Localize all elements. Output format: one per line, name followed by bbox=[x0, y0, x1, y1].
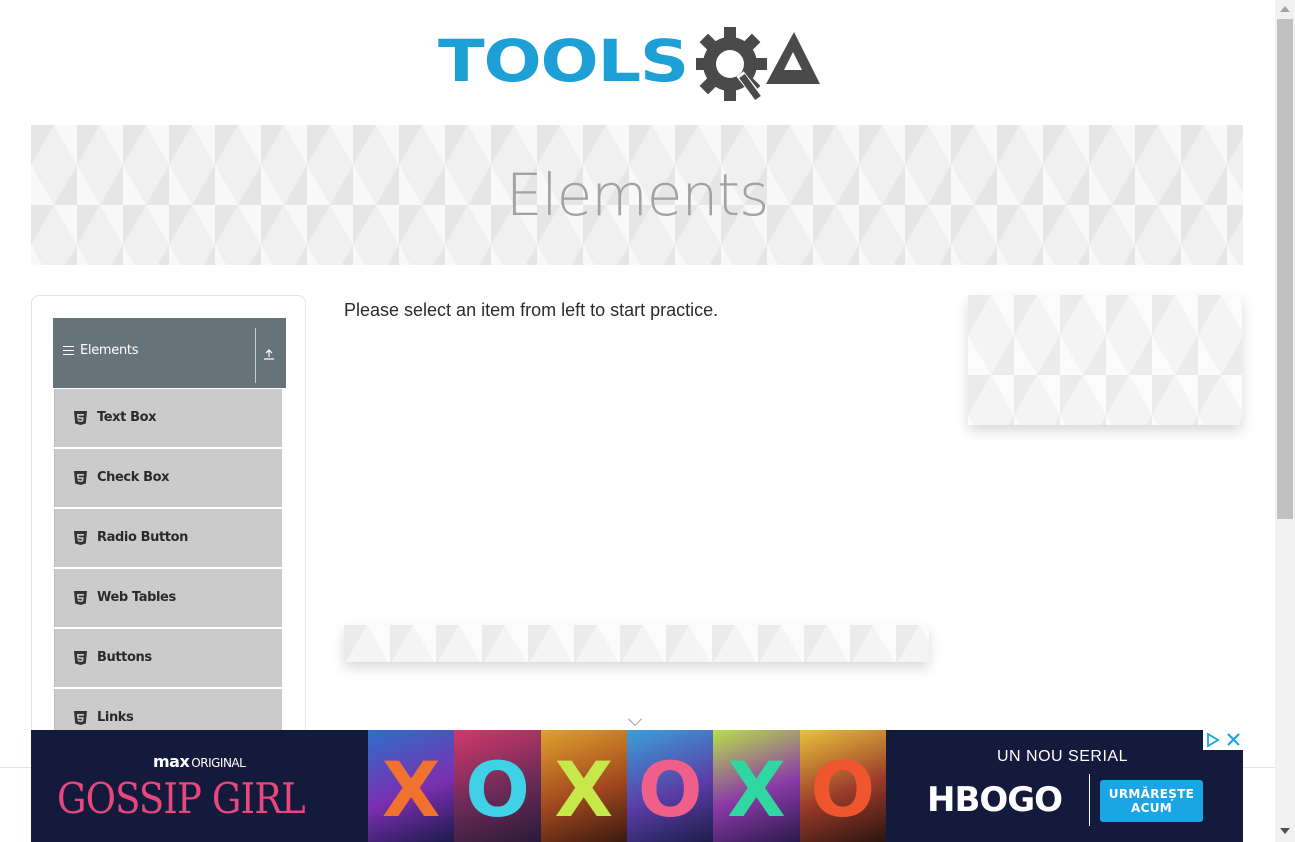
left-panel: Elements Text Box Check Box Radio Button… bbox=[31, 295, 306, 765]
ad-photo: X bbox=[713, 730, 800, 842]
ad-photo-strip: X O X O X O bbox=[368, 730, 886, 842]
menu-item-label: Radio Button bbox=[97, 530, 188, 545]
page-title: Elements bbox=[505, 161, 769, 229]
menu-item-buttons[interactable]: Buttons bbox=[54, 629, 282, 687]
toolsqa-logo[interactable]: TOOLS QA bbox=[438, 18, 842, 114]
group-header-label: Elements bbox=[80, 343, 139, 358]
menu-item-label: Buttons bbox=[97, 650, 152, 665]
menu-item-label: Check Box bbox=[97, 470, 170, 485]
vertical-scrollbar[interactable] bbox=[1275, 0, 1295, 842]
menu-item-label: Links bbox=[97, 710, 134, 725]
adchoices-icon[interactable] bbox=[1205, 732, 1221, 748]
html5-icon bbox=[74, 651, 87, 665]
header-divider bbox=[255, 328, 256, 383]
html5-icon bbox=[74, 531, 87, 545]
ad-photo: X bbox=[368, 730, 455, 842]
chevron-down-icon[interactable] bbox=[628, 712, 642, 726]
logo-suffix: QA bbox=[696, 18, 698, 19]
ad-watch-now-button[interactable]: URMĂREȘTE ACUM bbox=[1100, 780, 1203, 822]
page: TOOLS QA Elements Elements Text Box Chec… bbox=[0, 0, 1295, 842]
html5-icon bbox=[74, 591, 87, 605]
ad-photo-mark: X bbox=[727, 745, 786, 834]
menu-item-text-box[interactable]: Text Box bbox=[54, 389, 282, 447]
ad-brand-suffix: ORIGINAL bbox=[191, 756, 246, 770]
intro-text: Please select an item from left to start… bbox=[344, 300, 719, 320]
html5-icon bbox=[74, 711, 87, 725]
ad-tagline: UN NOU SERIAL bbox=[997, 748, 1128, 765]
scroll-down-arrow-icon[interactable] bbox=[1280, 828, 1290, 834]
ad-photo-mark: O bbox=[810, 745, 876, 834]
ad-show-title: GOSSIP GIRL bbox=[57, 774, 306, 823]
hamburger-icon bbox=[63, 346, 74, 355]
ad-photo-mark: O bbox=[637, 745, 703, 834]
ad-photo-mark: X bbox=[554, 745, 614, 834]
ad-photo: O bbox=[454, 730, 541, 842]
ad-cta-line2: ACUM bbox=[1131, 801, 1172, 815]
ad-controls bbox=[1203, 730, 1243, 750]
ad-brand-name: max bbox=[153, 752, 190, 771]
ad-divider bbox=[1089, 774, 1090, 826]
html5-icon bbox=[74, 471, 87, 485]
ad-photo: X bbox=[540, 730, 627, 842]
ad-cta-line1: URMĂREȘTE bbox=[1108, 787, 1195, 801]
ad-brand: max ORIGINAL bbox=[153, 752, 246, 771]
ad-photo-mark: O bbox=[465, 745, 530, 834]
ad-placeholder-right bbox=[968, 295, 1242, 425]
html5-icon bbox=[74, 411, 87, 425]
ad-service-logo: HBOGO bbox=[927, 780, 1063, 820]
page-banner: Elements bbox=[31, 125, 1243, 265]
logo-wordmark: TOOLS bbox=[438, 27, 689, 95]
menu-item-radio-button[interactable]: Radio Button bbox=[54, 509, 282, 567]
menu-item-web-tables[interactable]: Web Tables bbox=[54, 569, 282, 627]
ad-photo-mark: X bbox=[381, 745, 441, 834]
ad-photo: O bbox=[626, 730, 714, 842]
ad-placeholder-middle bbox=[344, 625, 929, 662]
close-icon[interactable] bbox=[1225, 731, 1242, 748]
bottom-ad-banner[interactable]: max ORIGINAL GOSSIP GIRL X O X O X O UN N… bbox=[31, 730, 1243, 842]
menu-list: Text Box Check Box Radio Button Web Tabl… bbox=[54, 389, 282, 749]
menu-item-check-box[interactable]: Check Box bbox=[54, 449, 282, 507]
logo-gear-qa-icon: QA bbox=[696, 18, 820, 101]
menu-item-label: Web Tables bbox=[97, 590, 176, 605]
menu-item-label: Text Box bbox=[97, 410, 157, 425]
scrollbar-thumb[interactable] bbox=[1277, 19, 1293, 519]
ad-photo: O bbox=[799, 730, 886, 842]
group-header-elements[interactable]: Elements bbox=[53, 318, 286, 388]
collapse-arrow-icon[interactable] bbox=[261, 346, 277, 362]
scroll-up-arrow-icon[interactable] bbox=[1280, 6, 1290, 12]
